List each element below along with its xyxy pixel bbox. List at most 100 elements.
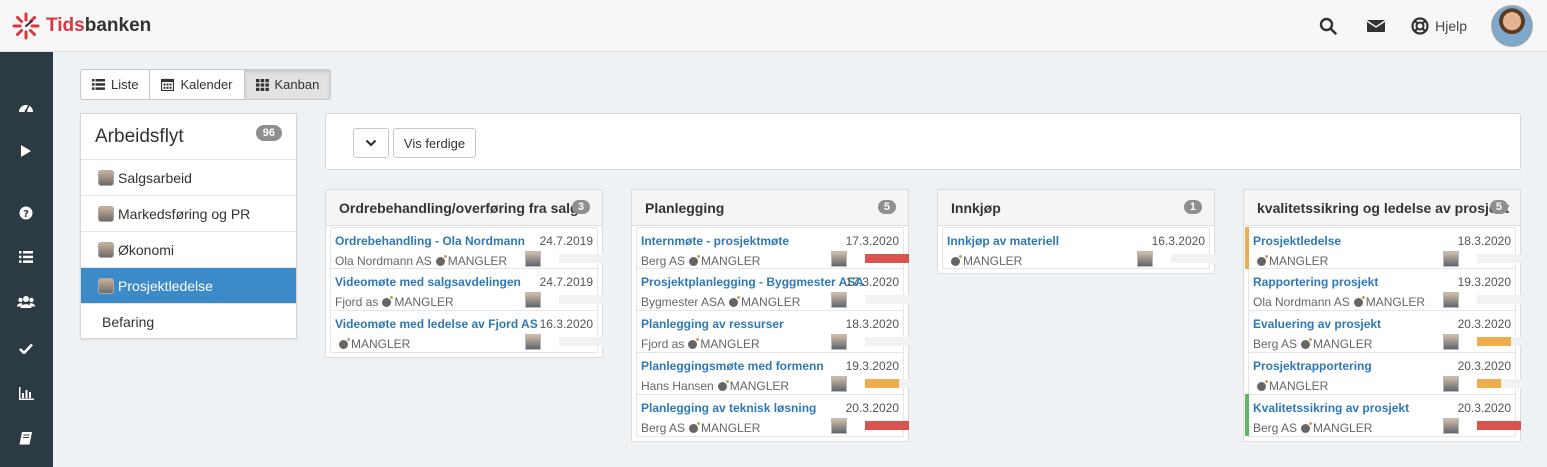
task-title-link[interactable]: Planlegging av teknisk løsning xyxy=(641,401,816,415)
assignee-avatar[interactable] xyxy=(525,334,541,350)
show-done-button[interactable]: Vis ferdige xyxy=(393,128,476,158)
workflow-item[interactable]: Prosjektledelse xyxy=(81,268,296,304)
progress-bar xyxy=(1477,421,1521,430)
progress-track xyxy=(865,295,909,304)
list-view-label: Liste xyxy=(111,77,139,92)
task-card[interactable]: Planlegging av ressurser 18.3.2020 Fjord a… xyxy=(636,311,909,353)
progress-bar xyxy=(1477,379,1502,388)
task-subtitle: Hans Hansen MANGLER xyxy=(641,379,789,393)
kanban-column: Innkjøp 1 Innkjøp av materiell 16.3.2020 MAN… xyxy=(937,189,1215,274)
help-button[interactable]: Hjelp xyxy=(1411,17,1467,35)
assignee-avatar[interactable] xyxy=(831,376,847,392)
task-card[interactable]: Innkjøp av materiell 16.3.2020 MANGLER xyxy=(942,227,1215,269)
progress-track xyxy=(1477,337,1521,346)
task-title-link[interactable]: Prosjektplanlegging - Byggmester ASA xyxy=(641,275,864,289)
bomb-icon xyxy=(951,254,962,266)
assignee-avatar[interactable] xyxy=(1443,251,1459,267)
workflow-item[interactable]: Befaring xyxy=(81,304,296,340)
mail-icon[interactable] xyxy=(1365,15,1387,37)
calendar-view-button[interactable]: Kalender xyxy=(149,69,245,100)
task-date: 19.3.2020 xyxy=(1457,275,1511,289)
bomb-icon xyxy=(1257,379,1268,391)
task-card[interactable]: Planlegging av teknisk løsning 20.3.2020 B… xyxy=(636,395,909,437)
task-card[interactable]: Videomøte med ledelse av Fjord AS 16.3.20… xyxy=(330,311,603,353)
collapse-dropdown-button[interactable] xyxy=(353,128,389,158)
workflow-item[interactable]: Markedsføring og PR xyxy=(81,196,296,232)
progress-track xyxy=(1477,295,1521,304)
task-subtitle: Ola Nordmann AS MANGLER xyxy=(335,254,507,268)
bomb-icon xyxy=(435,254,447,266)
assignee-avatar[interactable] xyxy=(525,292,541,308)
workflow-item-label: Prosjektledelse xyxy=(118,277,213,294)
task-title-link[interactable]: Evaluering av prosjekt xyxy=(1253,317,1381,331)
assignee-avatar[interactable] xyxy=(1443,292,1459,308)
progress-track xyxy=(865,337,909,346)
kanban-view-button[interactable]: Kanban xyxy=(243,69,332,100)
task-customer: Berg AS xyxy=(641,254,686,268)
check-icon[interactable] xyxy=(17,339,35,357)
task-card[interactable]: Prosjektplanlegging - Byggmester ASA 17.3… xyxy=(636,269,909,311)
calendar-view-label: Kalender xyxy=(180,77,233,92)
task-title-link[interactable]: Ordrebehandling - Ola Nordmann xyxy=(335,234,525,248)
task-card[interactable]: Evaluering av prosjekt 20.3.2020 Berg AS MA… xyxy=(1248,311,1521,353)
task-customer: Berg AS xyxy=(1253,421,1298,435)
assignee-avatar[interactable] xyxy=(1443,418,1459,434)
list-icon[interactable] xyxy=(17,248,35,266)
progress-track xyxy=(559,295,603,304)
list-view-button[interactable]: Liste xyxy=(80,69,151,100)
show-done-label: Vis ferdige xyxy=(403,135,466,151)
assignee-avatar[interactable] xyxy=(525,251,541,267)
column-title: Ordrebehandling/overføring fra salg xyxy=(339,200,579,216)
book-icon[interactable] xyxy=(17,429,35,447)
assignee-avatar[interactable] xyxy=(831,334,847,350)
task-date: 16.3.2020 xyxy=(1151,234,1205,248)
assignee-avatar[interactable] xyxy=(1443,334,1459,350)
users-icon[interactable] xyxy=(17,293,35,311)
workflow-item[interactable]: Salgsarbeid xyxy=(81,160,296,196)
task-title-link[interactable]: Videomøte med ledelse av Fjord AS xyxy=(335,317,538,331)
progress-bar xyxy=(1477,337,1512,346)
task-title-link[interactable]: Prosjektrapportering xyxy=(1253,359,1372,373)
progress-track xyxy=(559,337,603,346)
assignee-avatar[interactable] xyxy=(1137,251,1153,267)
task-card[interactable]: Rapportering prosjekt 19.3.2020 Ola Nordma… xyxy=(1248,269,1521,311)
chart-icon[interactable] xyxy=(17,384,35,402)
task-card[interactable]: Prosjektrapportering 20.3.2020 MANGLER xyxy=(1248,353,1521,395)
avatar xyxy=(98,241,114,258)
task-card[interactable]: Internmøte - prosjektmøte 17.3.2020 Berg A… xyxy=(636,227,909,269)
play-icon[interactable] xyxy=(17,142,35,160)
assignee-avatar[interactable] xyxy=(831,251,847,267)
task-card[interactable]: Planleggingsmøte med formenn 19.3.2020 Han… xyxy=(636,353,909,395)
search-icon[interactable] xyxy=(1317,15,1339,37)
task-card[interactable]: Prosjektledelse 18.3.2020 MANGLER xyxy=(1245,227,1521,269)
task-card[interactable]: Ordrebehandling - Ola Nordmann 24.7.2019 O… xyxy=(330,227,603,269)
task-subtitle: Fjord as MANGLER xyxy=(641,337,760,351)
task-date: 20.3.2020 xyxy=(1457,359,1511,373)
task-card[interactable]: Videomøte med salgsavdelingen 24.7.2019 Fj… xyxy=(330,269,603,311)
workflow-item[interactable]: Økonomi xyxy=(81,232,296,268)
assignee-avatar[interactable] xyxy=(1443,376,1459,392)
user-avatar[interactable] xyxy=(1491,5,1533,47)
task-title-link[interactable]: Prosjektledelse xyxy=(1253,234,1341,248)
task-title-link[interactable]: Planlegging av ressurser xyxy=(641,317,784,331)
dashboard-icon[interactable] xyxy=(17,98,35,116)
task-title-link[interactable]: Innkjøp av materiell xyxy=(947,234,1059,248)
logo[interactable]: Tidsbanken xyxy=(12,12,151,40)
workflow-count-badge: 96 xyxy=(255,125,282,141)
task-title-link[interactable]: Rapportering prosjekt xyxy=(1253,275,1378,289)
assignee-avatar[interactable] xyxy=(831,418,847,434)
bomb-icon xyxy=(1301,337,1313,349)
task-date: 18.3.2020 xyxy=(845,317,899,331)
assignee-avatar[interactable] xyxy=(831,292,847,308)
task-date: 24.7.2019 xyxy=(539,234,593,248)
task-card[interactable]: Kvalitetssikring av prosjekt 20.3.2020 Ber… xyxy=(1245,394,1521,437)
bomb-icon xyxy=(689,421,701,433)
task-subtitle: MANGLER xyxy=(947,254,1022,268)
help-icon[interactable]: ? xyxy=(17,204,35,222)
task-title-link[interactable]: Kvalitetssikring av prosjekt xyxy=(1253,401,1409,415)
task-status: MANGLER xyxy=(701,254,761,268)
task-title-link[interactable]: Planleggingsmøte med formenn xyxy=(641,359,824,373)
task-title-link[interactable]: Videomøte med salgsavdelingen xyxy=(335,275,521,289)
workflow-item-label: Salgsarbeid xyxy=(118,169,192,186)
task-title-link[interactable]: Internmøte - prosjektmøte xyxy=(641,234,789,248)
